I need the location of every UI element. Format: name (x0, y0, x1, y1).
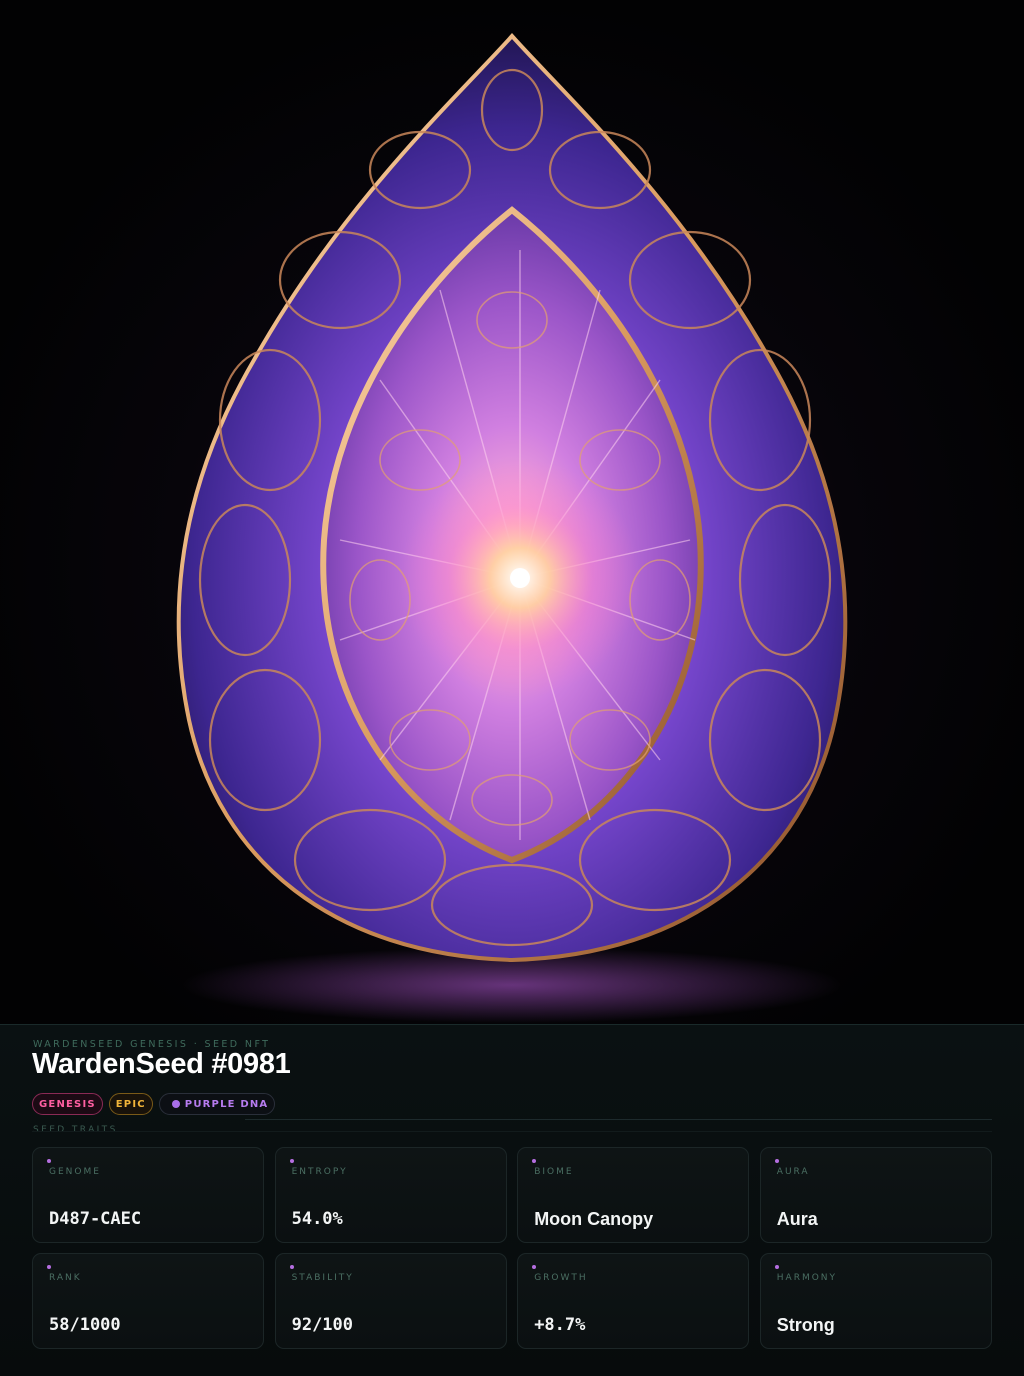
trait-label: RANK (49, 1273, 82, 1283)
trait-label: ENTROPY (291, 1167, 348, 1177)
hero-image (0, 0, 1024, 1024)
trait-dot-icon (289, 1159, 294, 1163)
seed-info-panel: WARDENSEED GENESIS · SEED NFT WardenSeed… (0, 1024, 1024, 1376)
section-divider (32, 1131, 992, 1132)
trait-label: GROWTH (534, 1273, 588, 1283)
trait-value: Strong (776, 1315, 835, 1335)
badge-row: GENESIS EPIC PURPLE DNA (32, 1093, 276, 1115)
trait-dot-icon (774, 1159, 779, 1163)
trait-value: +8.7% (534, 1315, 586, 1335)
trait-card-harmony: HARMONY Strong (759, 1253, 992, 1349)
trait-card-stability: STABILITY 92/100 (274, 1253, 507, 1349)
traits-grid: GENOME D487-CAEC ENTROPY 54.0% BIOME Moo… (32, 1147, 992, 1349)
divider (245, 1119, 992, 1120)
trait-card-biome: BIOME Moon Canopy (517, 1147, 750, 1243)
trait-dot-icon (47, 1159, 51, 1163)
trait-value: Aura (776, 1209, 818, 1229)
trait-value: 92/100 (291, 1315, 354, 1335)
trait-value: 58/1000 (49, 1315, 121, 1335)
purple-dna-badge: PURPLE DNA (158, 1093, 276, 1115)
trait-value: 54.0% (291, 1209, 343, 1229)
trait-card-genome: GENOME D487-CAEC (32, 1147, 264, 1243)
trait-label: HARMONY (776, 1273, 838, 1283)
trait-card-aura: AURA Aura (759, 1147, 992, 1243)
trait-label: AURA (776, 1167, 810, 1177)
trait-dot-icon (532, 1265, 537, 1269)
epic-badge: EPIC (108, 1093, 153, 1115)
trait-label: BIOME (534, 1167, 574, 1177)
genesis-badge-label: GENESIS (39, 1098, 96, 1110)
trait-label: STABILITY (291, 1273, 354, 1283)
trait-dot-icon (532, 1159, 537, 1163)
trait-dot-icon (289, 1265, 294, 1269)
trait-card-entropy: ENTROPY 54.0% (274, 1147, 507, 1243)
dna-dot-icon (171, 1100, 180, 1108)
genesis-badge: GENESIS (32, 1093, 103, 1115)
trait-dot-icon (774, 1265, 779, 1269)
trait-card-rank: RANK 58/1000 (32, 1253, 264, 1349)
trait-label: GENOME (49, 1167, 101, 1177)
crystal-seed-icon (0, 0, 1024, 1024)
trait-dot-icon (47, 1265, 51, 1269)
epic-badge-label: EPIC (115, 1098, 146, 1110)
trait-value: D487-CAEC (49, 1209, 142, 1229)
purple-dna-badge-label: PURPLE DNA (184, 1098, 269, 1110)
trait-card-growth: GROWTH +8.7% (517, 1253, 750, 1349)
page-title: WardenSeed #0981 (32, 1048, 291, 1080)
trait-value: Moon Canopy (534, 1209, 654, 1229)
section-label-traits: SEED TRAITS (33, 1125, 118, 1135)
